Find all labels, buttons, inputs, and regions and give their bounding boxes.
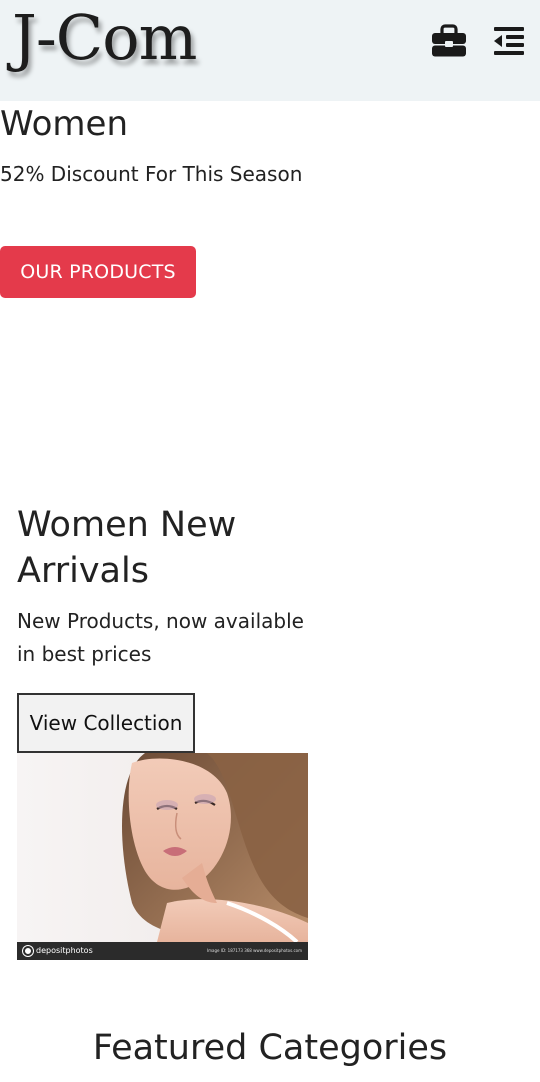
menu-collapse-icon[interactable] [492,24,526,58]
briefcase-icon[interactable] [431,24,467,58]
model-photo-illustration [17,753,308,944]
navbar: J-Com [0,0,540,101]
arrivals-model-image[interactable]: depositphotos Image ID: 187173 368 www.d… [17,753,308,960]
arrivals-title: Women New Arrivals [17,505,237,591]
featured-categories-title: Featured Categories [92,1028,448,1068]
arrivals-subtitle: New Products, now available in best pric… [17,609,304,666]
brand-logo[interactable]: J-Com [12,0,197,76]
watermark-bar: depositphotos Image ID: 187173 368 www.d… [17,942,308,960]
depositphotos-logo-icon [23,946,33,956]
hero-subtitle: 52% Discount For This Season [0,162,303,186]
hero-title: Women [0,104,129,144]
watermark-brand: depositphotos [23,944,93,958]
watermark-meta: Image ID: 187173 368 www.depositphotos.c… [206,948,302,953]
view-collection-button[interactable]: View Collection [17,693,195,753]
our-products-button[interactable]: OUR PRODUCTS [0,246,196,298]
